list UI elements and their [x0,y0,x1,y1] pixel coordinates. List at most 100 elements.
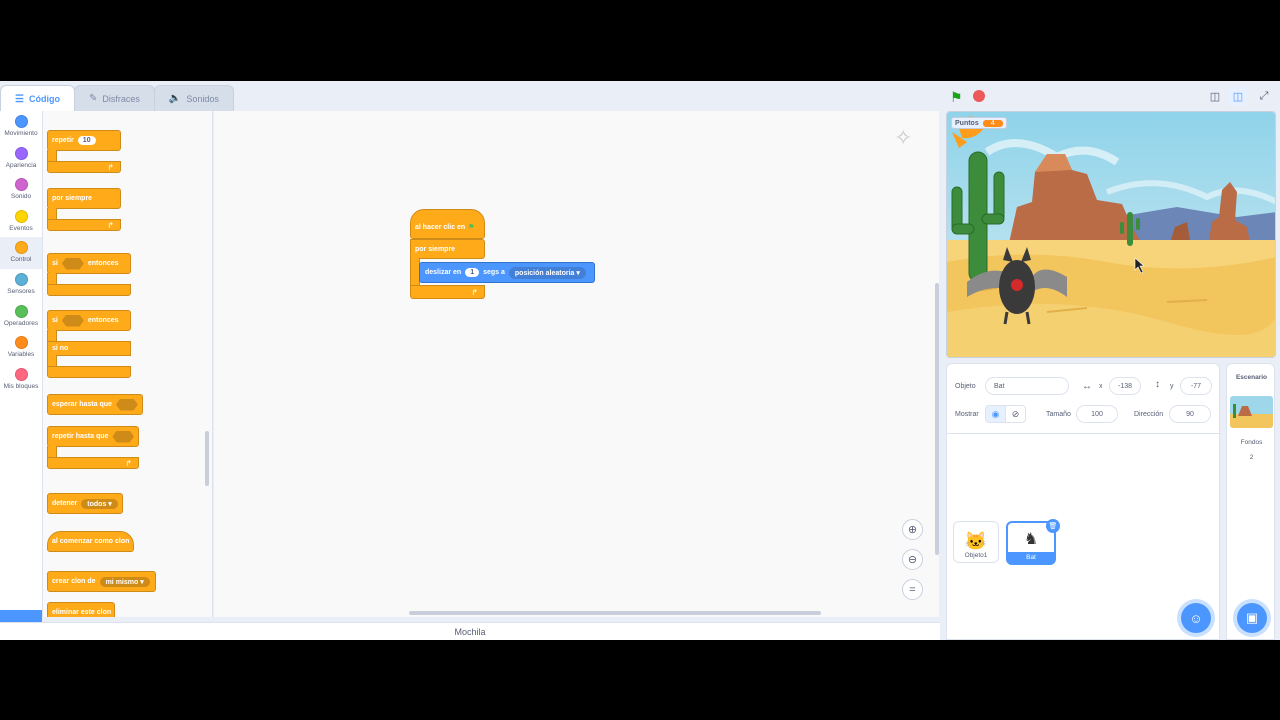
stop-button[interactable] [973,90,985,102]
category-operators[interactable]: Operadores [0,301,42,333]
desert-backdrop [947,112,1275,357]
zoom-out-icon: ⊖ [907,554,918,566]
palette-block-forever[interactable]: por siempre [47,188,121,209]
palette-block-stop[interactable]: detener todos ▾ [47,493,123,514]
script-workspace[interactable]: ✧ al hacer clic en ⚑ por siempre desliza… [214,111,939,617]
block-palette: repetir 10 ↱ por siempre ↱ si entonces si… [43,111,213,617]
loop-arrow-icon: ↱ [125,458,132,468]
palette-block-repeat-until-foot: ↱ [47,457,139,469]
sound-dot-icon [14,178,28,192]
category-my-blocks[interactable]: Mis bloques [0,364,42,396]
green-flag-icon: ⚑ [468,224,475,231]
direction-input[interactable]: 90 [1169,405,1211,423]
motion-dot-icon [14,115,28,128]
palette-block-else: si no [47,341,131,356]
size-input[interactable]: 100 [1076,405,1118,423]
category-sound[interactable]: Sonido [0,174,42,206]
palette-block-wait-until[interactable]: esperar hasta que [47,394,143,415]
large-stage-icon: ◫ [1232,90,1244,103]
y-position-input[interactable]: -77 [1180,377,1212,395]
hide-sprite-button[interactable]: ⊘ [1005,405,1026,423]
large-stage-button[interactable]: ◫ [1228,87,1248,105]
sprite-panel: Objeto Bat ↔ x -138 ↕ y -77 Mostrar ◉ ⊘ … [946,363,1221,640]
bat-sprite-icon: ♞ [1023,531,1039,548]
script-hat-green-flag[interactable]: al hacer clic en ⚑ [410,209,485,239]
category-motion[interactable]: Movimiento [0,111,42,143]
backpack-bar[interactable]: Mochila [0,622,940,640]
stage-header: ⚑ ◫ ◫ ⤢ [945,81,1280,111]
cat-add-icon: ☺ [1189,610,1203,626]
boolean-slot[interactable] [61,257,84,270]
clone-target-dropdown[interactable]: mi mismo ▾ [99,576,150,587]
boolean-slot[interactable] [112,430,134,443]
category-menu: Movimiento Apariencia Sonido Eventos Con… [0,111,43,640]
eye-icon: ◉ [991,408,1000,419]
desert-thumbnail-image [1230,396,1273,428]
script-block-glide[interactable]: deslizar en 1 segs a posición aleatoria … [419,262,595,283]
glide-seconds-input[interactable]: 1 [465,268,480,277]
workspace-vertical-scrollbar[interactable] [935,283,939,555]
sprite-name-input[interactable]: Bat [985,377,1069,395]
sprite-thumb-objeto1[interactable]: 🐱 Objeto1 [953,521,999,563]
category-variables[interactable]: Variables [0,332,42,364]
add-sprite-button[interactable]: ☺ [1181,603,1211,633]
variables-dot-icon [14,336,28,350]
repeat-count-input[interactable]: 10 [77,136,96,145]
backdrop-thumbnail[interactable] [1230,396,1273,428]
palette-block-clone-start[interactable]: al comenzar como clon [47,531,134,552]
image-add-icon: ▣ [1245,610,1259,625]
stop-option-dropdown[interactable]: todos ▾ [81,498,118,509]
tab-sounds[interactable]: 🔈 Sonidos [153,85,234,111]
my-blocks-dot-icon [14,367,28,381]
zoom-reset-button[interactable]: = [902,579,923,600]
fullscreen-icon: ⤢ [1259,89,1269,102]
green-flag-icon: ⚑ [950,89,963,105]
delete-sprite-button[interactable]: 🗑 [1046,519,1060,533]
x-position-input[interactable]: -138 [1109,377,1141,395]
fullscreen-button[interactable]: ⤢ [1254,87,1274,105]
variable-monitor-puntos: Puntos 4 [951,117,1007,129]
script-block-forever[interactable]: por siempre [410,239,485,259]
small-stage-icon: ◫ [1209,90,1221,103]
script-forever-foot: ↱ [410,285,485,299]
boolean-slot[interactable] [115,398,138,411]
palette-block-if-else[interactable]: si entonces [47,310,131,331]
tab-code[interactable]: ☰ Código [0,85,75,112]
palette-scrollbar[interactable] [205,431,209,486]
zoom-in-button[interactable]: ⊕ [902,519,923,540]
tab-costumes[interactable]: ✎ Disfraces [73,85,155,111]
palette-block-repeat-until[interactable]: repetir hasta que [47,426,139,447]
palette-block-if-else-foot [47,366,131,378]
bat-sprite-icon: ✧ [894,125,913,150]
speaker-icon: 🔈 [168,93,182,104]
add-backdrop-button[interactable]: ▣ [1237,603,1267,633]
category-control[interactable]: Control [0,237,42,269]
sprite-thumb-bat[interactable]: ♞ Bat 🗑 [1006,519,1060,565]
green-flag-button[interactable]: ⚑ [950,89,963,106]
category-events[interactable]: Eventos [0,206,42,238]
boolean-slot[interactable] [61,314,84,327]
loop-arrow-icon: ↱ [107,220,114,230]
glide-target-dropdown[interactable]: posición aleatoria ▾ [508,266,586,279]
category-looks[interactable]: Apariencia [0,143,42,175]
palette-block-delete-clone[interactable]: eliminar este clon [47,602,115,617]
show-sprite-button[interactable]: ◉ [985,405,1006,423]
backdrop-panel[interactable]: Escenario Fondos 2 ▣ [1226,363,1275,640]
palette-block-if-then[interactable]: si entonces [47,253,131,274]
code-icon: ☰ [15,93,24,105]
palette-block-repeat-foot: ↱ [47,161,121,173]
zoom-in-icon: ⊕ [907,524,918,536]
brush-icon: ✎ [88,93,98,104]
operators-dot-icon [14,304,28,318]
y-arrows-icon: ↕ [1155,379,1160,390]
workspace-horizontal-scrollbar[interactable] [409,611,821,615]
editor-tabs: ☰ Código ✎ Disfraces 🔈 Sonidos [0,85,234,112]
palette-block-repeat[interactable]: repetir 10 [47,130,121,151]
zoom-out-button[interactable]: ⊖ [902,549,923,570]
cat-sprite-icon: 🐱 [964,531,988,551]
palette-block-create-clone[interactable]: crear clon de mi mismo ▾ [47,571,156,592]
small-stage-button[interactable]: ◫ [1205,87,1225,105]
stage-canvas[interactable]: Puntos 4 [946,111,1276,358]
category-sensing[interactable]: Sensores [0,269,42,301]
loop-arrow-icon: ↱ [107,162,114,172]
